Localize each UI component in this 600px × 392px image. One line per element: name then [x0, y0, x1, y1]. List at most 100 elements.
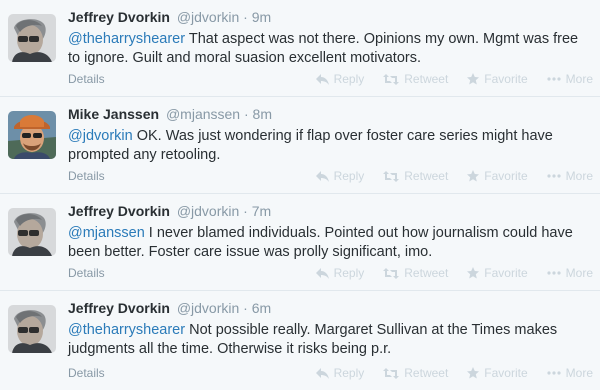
reply-label: Reply	[333, 266, 365, 280]
mention-link[interactable]: @theharryshearer	[68, 31, 185, 47]
separator: ·	[243, 106, 249, 122]
username[interactable]: @jdvorkin	[177, 300, 239, 316]
reply-label: Reply	[333, 72, 365, 86]
more-dots-icon	[547, 174, 561, 178]
tweet-header: Jeffrey Dvorkin @jdvorkin · 9m	[68, 8, 593, 26]
more-button[interactable]: More	[547, 71, 593, 87]
more-dots-icon	[547, 77, 561, 81]
star-icon	[467, 267, 480, 279]
tweet-text: @theharryshearer Not possible really. Ma…	[68, 321, 593, 359]
reply-button[interactable]: Reply	[315, 265, 365, 281]
tweet-actions: Reply Retweet Favorite More	[297, 71, 593, 87]
more-dots-icon	[547, 271, 561, 275]
tweet-text: @mjanssen I never blamed individuals. Po…	[68, 224, 593, 262]
retweet-icon	[383, 367, 400, 379]
favorite-label: Favorite	[484, 169, 528, 183]
avatar-jeffrey[interactable]	[8, 208, 56, 256]
avatar-jeffrey[interactable]	[8, 305, 56, 353]
retweet-icon	[383, 73, 400, 85]
username[interactable]: @mjanssen	[166, 106, 240, 122]
favorite-button[interactable]: Favorite	[467, 365, 528, 381]
reply-button[interactable]: Reply	[315, 168, 365, 184]
reply-icon	[315, 267, 329, 279]
more-label: More	[565, 72, 593, 86]
tweet-text: @theharryshearer That aspect was not the…	[68, 30, 593, 68]
fullname[interactable]: Jeffrey Dvorkin	[68, 203, 170, 219]
favorite-label: Favorite	[484, 266, 528, 280]
separator: ·	[243, 203, 248, 219]
favorite-button[interactable]: Favorite	[467, 265, 528, 281]
reply-icon	[315, 367, 329, 379]
retweet-icon	[383, 170, 400, 182]
favorite-button[interactable]: Favorite	[467, 168, 528, 184]
tweet-footer: Details Reply Retweet Favorite More	[68, 265, 593, 281]
tweet-content: Jeffrey Dvorkin @jdvorkin · 6m @theharry…	[68, 299, 593, 359]
tweet-footer: Details Reply Retweet Favorite More	[68, 168, 593, 184]
details-link[interactable]: Details	[68, 365, 105, 381]
tweet-actions: Reply Retweet Favorite More	[297, 168, 593, 184]
retweet-button[interactable]: Retweet	[383, 365, 448, 381]
mention-link[interactable]: @jdvorkin	[68, 128, 133, 144]
retweet-label: Retweet	[404, 72, 449, 86]
username[interactable]: @jdvorkin	[177, 203, 239, 219]
reply-button[interactable]: Reply	[315, 365, 365, 381]
tweet-footer: Details Reply Retweet Favorite More	[68, 365, 593, 381]
tweet-body: OK. Was just wondering if flap over fost…	[68, 128, 553, 163]
fullname[interactable]: Jeffrey Dvorkin	[68, 300, 170, 316]
details-link[interactable]: Details	[68, 168, 105, 184]
tweet-content: Jeffrey Dvorkin @jdvorkin · 9m @theharry…	[68, 8, 593, 68]
star-icon	[467, 367, 480, 379]
retweet-button[interactable]: Retweet	[383, 265, 448, 281]
reply-icon	[315, 170, 329, 182]
tweet[interactable]: Jeffrey Dvorkin @jdvorkin · 7m @mjanssen…	[0, 194, 600, 291]
tweet[interactable]: Jeffrey Dvorkin @jdvorkin · 6m @theharry…	[0, 291, 600, 390]
tweet-content: Jeffrey Dvorkin @jdvorkin · 7m @mjanssen…	[68, 202, 593, 262]
reply-icon	[315, 73, 329, 85]
more-dots-icon	[547, 371, 561, 375]
timestamp[interactable]: 6m	[252, 300, 271, 316]
tweet-header: Jeffrey Dvorkin @jdvorkin · 6m	[68, 299, 593, 317]
retweet-label: Retweet	[404, 169, 449, 183]
timeline: Jeffrey Dvorkin @jdvorkin · 9m @theharry…	[0, 0, 600, 392]
more-button[interactable]: More	[547, 265, 593, 281]
more-label: More	[565, 266, 593, 280]
retweet-button[interactable]: Retweet	[383, 71, 448, 87]
more-label: More	[565, 169, 593, 183]
details-link[interactable]: Details	[68, 71, 105, 87]
tweet[interactable]: Jeffrey Dvorkin @jdvorkin · 9m @theharry…	[0, 0, 600, 97]
tweet-header: Jeffrey Dvorkin @jdvorkin · 7m	[68, 202, 593, 220]
more-button[interactable]: More	[547, 168, 593, 184]
reply-label: Reply	[333, 366, 365, 380]
avatar-jeffrey[interactable]	[8, 14, 56, 62]
mention-link[interactable]: @mjanssen	[68, 225, 145, 241]
tweet-actions: Reply Retweet Favorite More	[297, 265, 593, 281]
star-icon	[467, 170, 480, 182]
timestamp[interactable]: 8m	[253, 106, 272, 122]
retweet-label: Retweet	[404, 366, 449, 380]
timestamp[interactable]: 7m	[252, 203, 271, 219]
timestamp[interactable]: 9m	[252, 9, 271, 25]
username[interactable]: @jdvorkin	[177, 9, 239, 25]
fullname[interactable]: Jeffrey Dvorkin	[68, 9, 170, 25]
retweet-icon	[383, 267, 400, 279]
separator: ·	[243, 9, 248, 25]
tweet-actions: Reply Retweet Favorite More	[297, 365, 593, 381]
star-icon	[467, 73, 480, 85]
reply-label: Reply	[333, 169, 365, 183]
separator: ·	[243, 300, 248, 316]
retweet-button[interactable]: Retweet	[383, 168, 448, 184]
favorite-label: Favorite	[484, 366, 528, 380]
retweet-label: Retweet	[404, 266, 449, 280]
details-link[interactable]: Details	[68, 265, 105, 281]
reply-button[interactable]: Reply	[315, 71, 365, 87]
tweet-footer: Details Reply Retweet Favorite More	[68, 71, 593, 87]
fullname[interactable]: Mike Janssen	[68, 106, 159, 122]
tweet-text: @jdvorkin OK. Was just wondering if flap…	[68, 127, 593, 165]
favorite-button[interactable]: Favorite	[467, 71, 528, 87]
mention-link[interactable]: @theharryshearer	[68, 322, 185, 338]
tweet[interactable]: Mike Janssen @mjanssen · 8m @jdvorkin OK…	[0, 97, 600, 194]
tweet-header: Mike Janssen @mjanssen · 8m	[68, 105, 593, 123]
favorite-label: Favorite	[484, 72, 528, 86]
more-button[interactable]: More	[547, 365, 593, 381]
avatar-mike[interactable]	[8, 111, 56, 159]
